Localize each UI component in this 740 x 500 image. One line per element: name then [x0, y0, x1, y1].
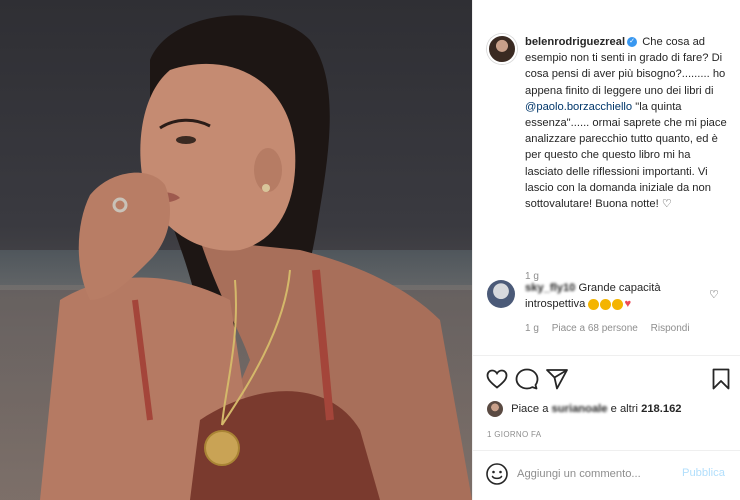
caption-line-1: esempio non ti senti in grado di fare? — [525, 52, 709, 65]
comment-icon[interactable] — [515, 367, 539, 391]
comment-body-2: introspettiva — [525, 298, 586, 310]
comment-meta: 1 g Piace a 68 persone Rispondi — [525, 323, 700, 334]
publish-button[interactable]: Pubblica — [682, 467, 725, 479]
post-date[interactable]: 1 GIORNO FA — [487, 430, 541, 439]
share-icon[interactable] — [545, 367, 569, 391]
clap-emoji-icon — [588, 298, 624, 310]
divider — [473, 355, 740, 356]
caption-line-6: "la quinta — [635, 100, 682, 113]
caption-mention-link[interactable]: @paolo.borzacchiello — [525, 101, 632, 113]
action-bar — [485, 367, 735, 393]
add-comment-bar: Pubblica — [473, 450, 740, 500]
photo-portrait — [40, 15, 472, 500]
caption-line-0: Che cosa ad — [642, 36, 706, 48]
caption-line-13: notte! ♡ — [630, 198, 672, 211]
likes-suffix: e altri — [610, 403, 638, 415]
comment-item: sky_fly10 Grande capacità introspettiva … — [487, 280, 735, 340]
avatar[interactable] — [487, 34, 517, 64]
comment-reply-button[interactable]: Rispondi — [651, 323, 690, 334]
heart-icon[interactable] — [485, 367, 509, 391]
comment-body-1: Grande capacità — [578, 282, 661, 294]
comment-like-heart-icon[interactable]: ♡ — [709, 288, 719, 301]
comment-likes[interactable]: Piace a 68 persone — [552, 323, 638, 334]
bookmark-icon[interactable] — [709, 367, 733, 391]
likes-prefix: Piace a — [511, 403, 549, 415]
comment-avatar[interactable] — [487, 280, 515, 308]
post-caption: belenrodriguezreal ✓ Che cosa ad esempio … — [525, 34, 731, 212]
caption-line-7: essenza"...... ormai saprete che mi — [525, 117, 697, 130]
emoji-icon[interactable] — [485, 462, 509, 486]
caption-username[interactable]: belenrodriguezreal — [525, 36, 625, 48]
caption-line-4: libri di — [684, 84, 714, 97]
post-photo[interactable] — [0, 0, 472, 500]
red-heart-emoji-icon: ♥ — [624, 298, 632, 310]
likes-count[interactable]: 218.162 — [641, 403, 681, 415]
comment-timestamp[interactable]: 1 g — [525, 323, 539, 334]
verified-badge-icon: ✓ — [627, 37, 638, 48]
instagram-post: belenrodriguezreal ✓ Che cosa ad esempio … — [0, 0, 740, 500]
liker-avatar — [487, 401, 503, 418]
comment-input[interactable] — [517, 464, 677, 484]
post-side-panel: belenrodriguezreal ✓ Che cosa ad esempio … — [472, 0, 740, 500]
likes-summary[interactable]: Piace a surianoale e altri 218.162 — [487, 400, 737, 420]
comment-text: sky_fly10 Grande capacità introspettiva … — [525, 280, 695, 312]
liker-username[interactable]: surianoale — [552, 403, 608, 415]
comment-username[interactable]: sky_fly10 — [525, 282, 575, 294]
